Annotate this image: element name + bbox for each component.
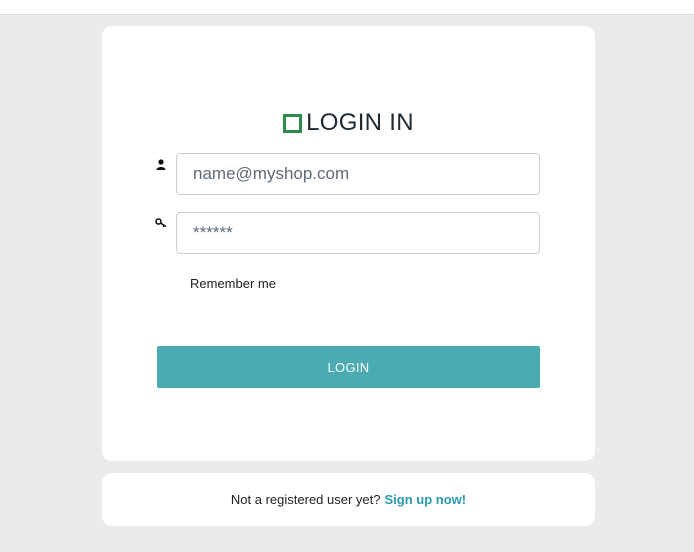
signup-card: Not a registered user yet? Sign up now!	[102, 473, 595, 526]
page-title: LOGIN IN	[306, 109, 414, 136]
password-row	[154, 212, 544, 254]
brand-inner: LOGIN IN	[283, 109, 414, 137]
email-input[interactable]	[176, 153, 540, 195]
signup-link[interactable]: Sign up now!	[384, 492, 466, 507]
signup-prompt: Not a registered user yet?	[230, 492, 381, 507]
login-button[interactable]: LOGIN	[157, 346, 540, 388]
login-card: LOGIN IN Remember me LOGIN	[102, 26, 595, 461]
brand-heading: LOGIN IN	[102, 109, 595, 138]
top-bar	[0, 0, 694, 15]
brand-logo-square-icon	[283, 113, 303, 133]
key-icon	[154, 216, 168, 230]
password-input[interactable]	[176, 212, 540, 254]
user-icon	[154, 157, 168, 171]
remember-me-label[interactable]: Remember me	[190, 276, 276, 291]
email-row	[154, 153, 544, 195]
